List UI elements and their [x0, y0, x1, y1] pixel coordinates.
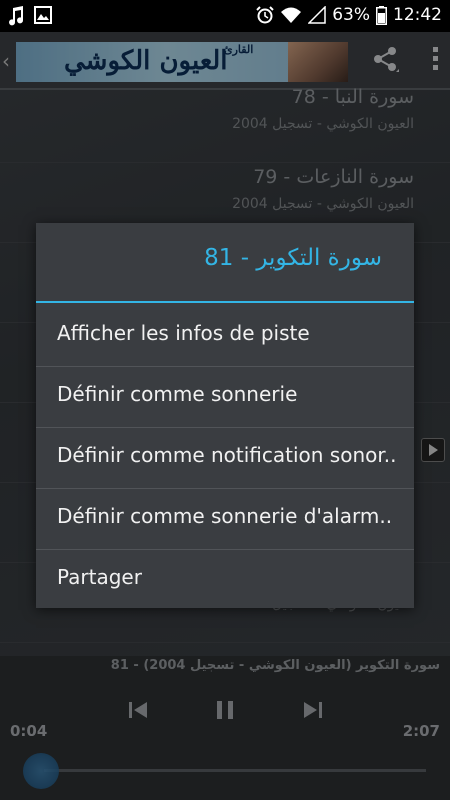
track-options-dialog: 81 - سورة التكوير Afficher les infos de … — [36, 223, 414, 608]
clock: 12:42 — [393, 5, 442, 25]
dialog-title: 81 - سورة التكوير — [204, 245, 382, 271]
status-bar: 63% 12:42 — [0, 0, 450, 32]
battery-icon — [376, 5, 387, 25]
alarm-icon — [256, 6, 274, 24]
menu-item-label: Définir comme notification sonor.. — [57, 443, 397, 467]
menu-item-label: Définir comme sonnerie d'alarm.. — [57, 504, 393, 528]
menu-item-set-ringtone[interactable]: Définir comme sonnerie — [36, 366, 414, 428]
menu-item-set-notification[interactable]: Définir comme notification sonor.. — [36, 427, 414, 489]
image-icon — [34, 6, 52, 24]
menu-item-set-alarm[interactable]: Définir comme sonnerie d'alarm.. — [36, 488, 414, 550]
wifi-icon — [281, 7, 302, 23]
menu-item-label: Partager — [57, 565, 142, 589]
signal-icon — [308, 6, 326, 24]
menu-item-label: Définir comme sonnerie — [57, 382, 298, 406]
menu-item-share[interactable]: Partager — [36, 549, 414, 610]
menu-item-track-info[interactable]: Afficher les infos de piste — [36, 305, 414, 367]
dialog-divider — [36, 301, 414, 303]
menu-item-label: Afficher les infos de piste — [57, 321, 310, 345]
battery-percent: 63% — [332, 5, 370, 25]
music-note-icon — [9, 6, 24, 26]
